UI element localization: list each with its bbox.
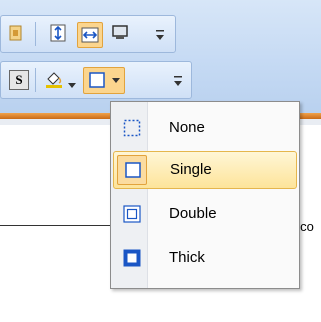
style-s-icon[interactable]: S — [9, 70, 29, 90]
menu-item-single[interactable]: Single — [113, 151, 297, 189]
border-none-icon — [123, 119, 141, 137]
toolbar-row-2: S — [0, 61, 192, 99]
column-width-button[interactable] — [77, 22, 103, 48]
toolbar-separator — [35, 22, 36, 46]
menu-item-label: None — [169, 119, 205, 136]
monitor-icon[interactable] — [111, 24, 129, 47]
fill-color-icon[interactable] — [45, 70, 63, 93]
menu-item-label: Thick — [169, 249, 205, 266]
border-button[interactable] — [83, 67, 125, 94]
row-height-icon[interactable] — [49, 24, 67, 47]
border-thick-icon — [123, 249, 141, 267]
toolbar-separator — [35, 68, 36, 92]
border-style-menu: None Single Double Thick — [110, 101, 300, 289]
border-icon — [89, 72, 105, 88]
overflow-arrow-icon[interactable] — [155, 28, 165, 47]
toolbar-row-1 — [0, 15, 176, 53]
menu-item-label: Single — [170, 161, 212, 178]
border-dropdown-arrow — [112, 78, 120, 83]
menu-item-label: Double — [169, 205, 217, 222]
border-single-icon — [125, 162, 141, 178]
menu-item-thick[interactable]: Thick — [113, 240, 295, 276]
fill-color-dropdown-arrow[interactable] — [68, 76, 76, 94]
page-icon[interactable] — [7, 24, 25, 47]
overflow-arrow-icon[interactable] — [173, 74, 183, 93]
document-rule — [0, 225, 120, 226]
border-double-icon — [123, 205, 141, 223]
column-width-icon — [81, 27, 99, 43]
menu-item-double[interactable]: Double — [113, 196, 295, 232]
menu-item-none[interactable]: None — [113, 110, 295, 146]
